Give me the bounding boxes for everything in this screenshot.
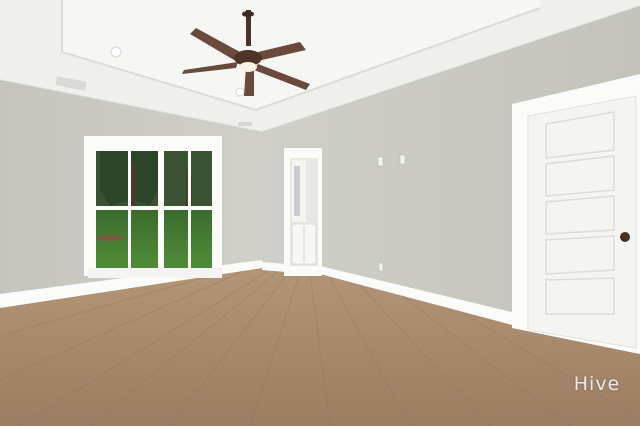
open-doorway	[284, 148, 322, 276]
recessed-light	[235, 87, 245, 97]
light-switch	[399, 154, 406, 165]
wall-outlet	[378, 262, 384, 272]
ceiling-vent	[238, 122, 252, 126]
window	[84, 136, 222, 278]
light-switch	[377, 156, 384, 167]
empty-room-scene	[0, 0, 640, 426]
closed-door	[512, 74, 640, 354]
recessed-light	[110, 46, 122, 58]
door-knob-icon	[620, 232, 630, 242]
